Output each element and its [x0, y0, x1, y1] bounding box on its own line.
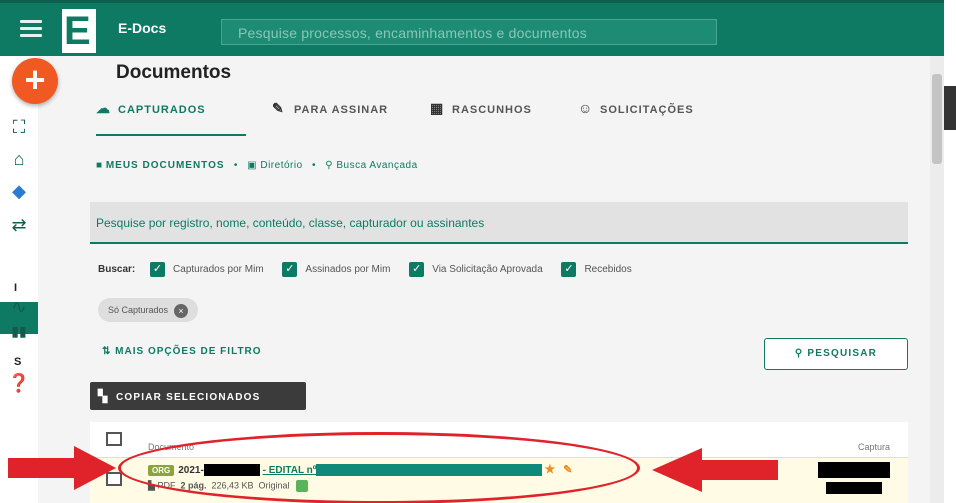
search-button[interactable]: ⚲ PESQUISAR	[764, 338, 908, 370]
document-icon[interactable]: ▤	[6, 252, 32, 274]
checkbox-via-solicitacao[interactable]: ✓	[409, 262, 425, 277]
chart-line-icon[interactable]: ∿	[6, 296, 32, 318]
transfer-icon[interactable]: ⇄	[6, 214, 32, 236]
select-all-checkbox[interactable]	[106, 432, 122, 446]
tab-label: CAPTURADOS	[118, 104, 206, 116]
copy-selected-button[interactable]: ▚ COPIAR SELECIONADOS	[90, 382, 306, 410]
close-icon[interactable]: ×	[174, 303, 189, 318]
bar-chart-icon[interactable]: ▮▮	[6, 320, 32, 342]
document-search-placeholder: Pesquise por registro, nome, conteúdo, c…	[96, 216, 485, 230]
tab-label: RASCUNHOS	[452, 104, 532, 116]
breadcrumb-busca-avancada[interactable]: Busca Avançada	[336, 160, 417, 171]
global-search-input[interactable]: Pesquise processos, encaminhamentos e do…	[221, 19, 717, 45]
vertical-scrollbar[interactable]	[930, 56, 944, 503]
scrollbar-thumb[interactable]	[932, 74, 942, 164]
breadcrumb-separator: •	[233, 160, 238, 171]
copy-selected-label: COPIAR SELECIONADOS	[116, 392, 261, 403]
search-icon: ⚲	[794, 348, 808, 359]
redaction-block	[826, 482, 882, 494]
left-rail: ⛶ ⌂ ◆ ⇄ ▤ I ∿ ▮▮ S ❓	[0, 56, 38, 503]
checkbox-label: Recebidos	[584, 264, 632, 276]
checkbox-capturados-por-mim[interactable]: ✓	[150, 262, 166, 277]
tab-label: SOLICITAÇÕES	[600, 104, 694, 116]
buscar-label: Buscar:	[98, 264, 136, 276]
global-search-placeholder: Pesquise processos, encaminhamentos e do…	[238, 25, 587, 41]
app-logo: E	[62, 9, 96, 53]
checkbox-label: Via Solicitação Aprovada	[432, 264, 543, 276]
breadcrumb-root[interactable]: MEUS DOCUMENTOS	[106, 160, 225, 171]
fullscreen-icon[interactable]: ⛶	[6, 116, 32, 138]
copy-icon: ▚	[98, 389, 109, 403]
annotation-arrow-right	[652, 448, 778, 492]
more-filter-options-label: MAIS OPÇÕES DE FILTRO	[115, 346, 262, 357]
search-button-label: PESQUISAR	[807, 348, 878, 359]
page-title: Documentos	[116, 62, 232, 83]
search-icon: ⚲	[325, 160, 334, 171]
rail-letter-s: S	[14, 356, 22, 368]
folder-icon: ■	[96, 160, 103, 171]
tab-capturados[interactable]: ☁ CAPTURADOS	[96, 100, 206, 130]
logo-letter: E	[64, 9, 91, 53]
tab-para-assinar[interactable]: ✎ PARA ASSINAR	[272, 100, 388, 130]
search-scope-filters: Buscar: ✓ Capturados por Mim ✓ Assinados p…	[98, 262, 648, 277]
checkbox-label: Capturados por Mim	[173, 264, 264, 276]
cubes-icon[interactable]: ◆	[6, 180, 32, 202]
request-icon: ☺	[578, 100, 594, 116]
document-search-input[interactable]: Pesquise por registro, nome, conteúdo, c…	[90, 202, 908, 244]
home-icon[interactable]: ⌂	[6, 148, 32, 170]
help-icon[interactable]: ❓	[6, 372, 32, 394]
folder-icon: ▣	[247, 160, 258, 171]
menu-icon[interactable]	[20, 20, 42, 38]
breadcrumb-diretorio[interactable]: Diretório	[260, 160, 302, 171]
right-edge-strip	[944, 0, 956, 503]
breadcrumb: ■ MEUS DOCUMENTOS • ▣ Diretório • ⚲ Busc…	[96, 160, 418, 171]
tab-solicitacoes[interactable]: ☺ SOLICITAÇÕES	[578, 100, 694, 130]
right-edge-tab	[944, 86, 956, 130]
annotation-arrow-left	[8, 446, 116, 490]
tab-rascunhos[interactable]: ▦ RASCUNHOS	[430, 100, 532, 130]
checkbox-assinados-por-mim[interactable]: ✓	[282, 262, 298, 277]
active-tab-indicator	[96, 134, 246, 136]
filter-icon: ⇅	[102, 346, 116, 357]
app-window: E E-Docs Pesquise processos, encaminhame…	[0, 0, 956, 503]
filter-chip[interactable]: Só Capturados ×	[98, 298, 199, 322]
more-filter-options-button[interactable]: ⇅ MAIS OPÇÕES DE FILTRO	[102, 346, 262, 357]
pen-icon: ✎	[272, 100, 285, 116]
redaction-block	[818, 462, 890, 478]
column-header-capture[interactable]: Captura	[858, 442, 890, 452]
filter-chip-label: Só Capturados	[108, 305, 169, 315]
add-fab-label: +	[24, 59, 46, 100]
top-bar: E E-Docs Pesquise processos, encaminhame…	[0, 0, 944, 56]
checkbox-label: Assinados por Mim	[305, 264, 391, 276]
add-fab-button[interactable]: +	[12, 58, 58, 104]
drafts-icon: ▦	[430, 100, 445, 116]
breadcrumb-separator: •	[311, 160, 316, 171]
checkbox-recebidos[interactable]: ✓	[561, 262, 577, 277]
rail-letter-i: I	[14, 282, 18, 294]
cloud-upload-icon: ☁	[96, 100, 111, 116]
tab-label: PARA ASSINAR	[294, 104, 389, 116]
app-name: E-Docs	[118, 20, 167, 36]
annotation-ellipse	[118, 432, 640, 503]
